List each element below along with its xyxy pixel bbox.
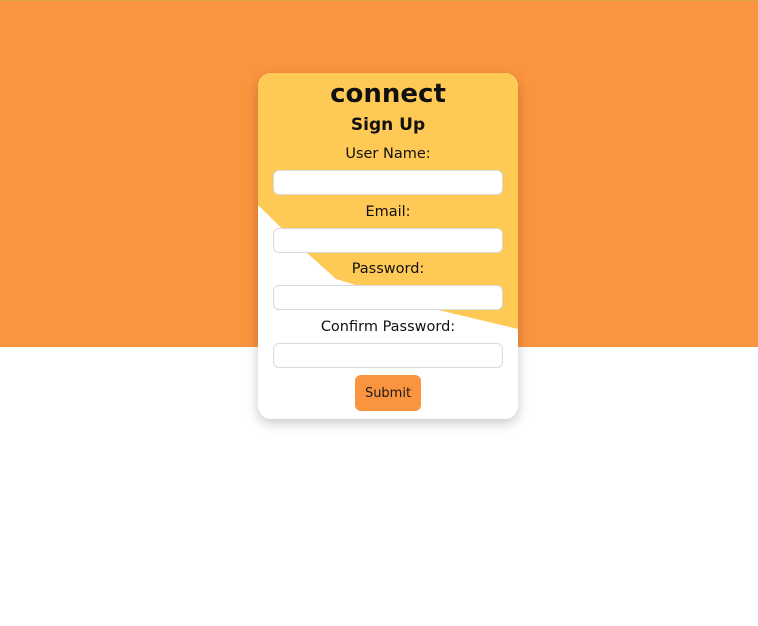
email-input[interactable] [273, 228, 503, 253]
brand-title: connect [330, 79, 446, 109]
form-title: Sign Up [350, 115, 426, 135]
signup-form: connect Sign Up User Name: Email: Passwo… [258, 73, 518, 419]
username-input[interactable] [273, 170, 503, 195]
confirm-password-label: Confirm Password: [320, 319, 456, 335]
email-label: Email: [365, 204, 411, 220]
password-label: Password: [351, 261, 425, 277]
username-label: User Name: [345, 146, 431, 162]
confirm-password-input[interactable] [273, 343, 503, 368]
submit-button[interactable]: Submit [355, 375, 421, 411]
signup-card: connect Sign Up User Name: Email: Passwo… [258, 73, 518, 419]
password-input[interactable] [273, 285, 503, 310]
